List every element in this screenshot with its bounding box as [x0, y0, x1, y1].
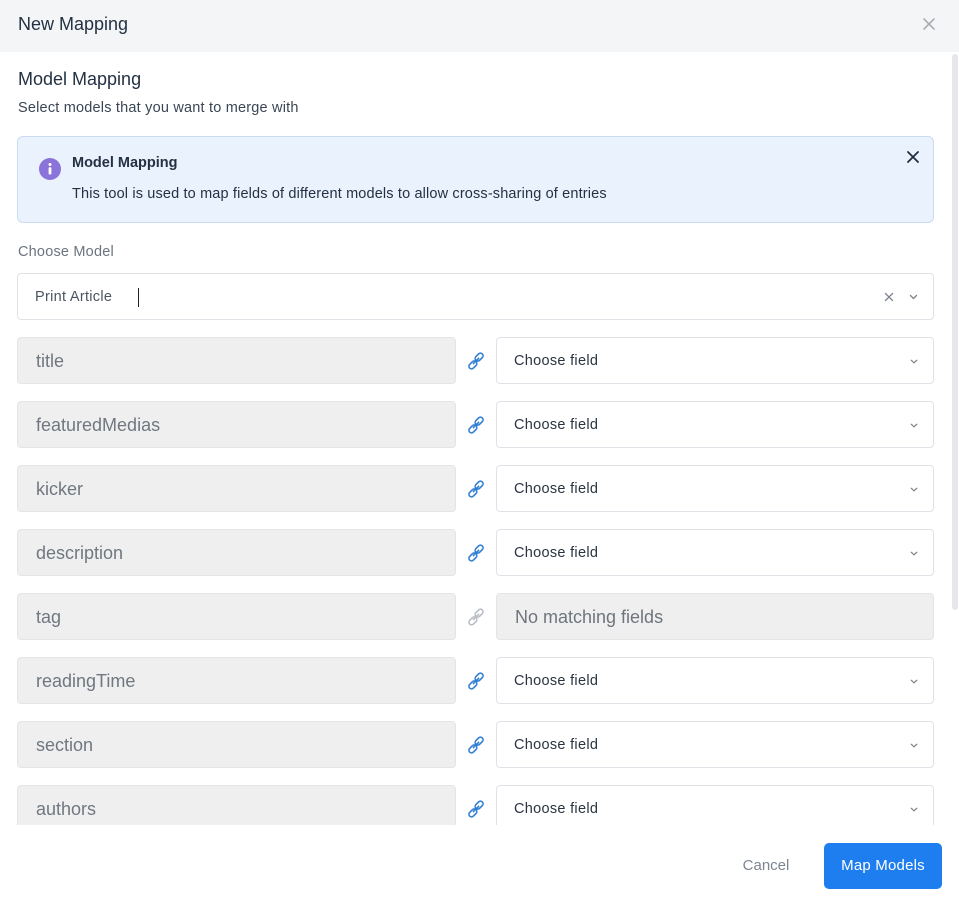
alert-text: This tool is used to map fields of diffe…	[72, 186, 607, 202]
chevron-down-icon	[910, 359, 918, 364]
text-caret	[138, 288, 139, 307]
model-select[interactable]: Print Article	[17, 273, 934, 320]
chevron-down-icon	[910, 551, 918, 556]
source-field-name: title	[36, 351, 65, 371]
chevron-down-icon	[910, 807, 918, 812]
alert-title: Model Mapping	[72, 155, 178, 171]
target-field-select[interactable]: Choose field	[496, 337, 934, 384]
no-match-field: No matching fields	[496, 593, 934, 640]
info-alert: Model Mapping This tool is used to map f…	[17, 136, 934, 223]
target-field-value: Choose field	[514, 481, 599, 497]
no-match-text: No matching fields	[515, 607, 664, 627]
target-field-select[interactable]: Choose field	[496, 465, 934, 512]
chevron-down-icon	[910, 679, 918, 684]
close-icon[interactable]	[921, 16, 937, 32]
target-field-value: Choose field	[514, 417, 599, 433]
mapping-row: tag No matching fields	[0, 593, 952, 640]
section-subtitle: Select models that you want to merge wit…	[18, 100, 299, 116]
section-title: Model Mapping	[18, 69, 142, 89]
link-icon	[468, 480, 484, 498]
target-field-select[interactable]: Choose field	[496, 657, 934, 704]
source-field-name: section	[36, 735, 94, 755]
link-icon	[468, 352, 484, 370]
source-field: description	[17, 529, 456, 576]
chevron-down-icon	[910, 423, 918, 428]
mapping-row: authors Choose field	[0, 785, 952, 825]
chevron-down-icon	[910, 743, 918, 748]
dialog-header: New Mapping	[0, 0, 959, 52]
source-field-name: kicker	[36, 479, 84, 499]
target-field-value: Choose field	[514, 801, 599, 817]
dialog-body: Model Mapping Select models that you wan…	[0, 52, 952, 825]
target-field-select[interactable]: Choose field	[496, 529, 934, 576]
chevron-down-icon	[910, 487, 918, 492]
mapping-row: readingTime Choose field	[0, 657, 952, 704]
target-field-value: Choose field	[514, 353, 599, 369]
source-field-name: authors	[36, 799, 97, 819]
dialog-title: New Mapping	[18, 14, 129, 34]
link-icon	[468, 544, 484, 562]
target-field-value: Choose field	[514, 737, 599, 753]
dialog-footer: Cancel Map Models	[0, 825, 959, 905]
target-field-select[interactable]: Choose field	[496, 785, 934, 825]
link-icon	[468, 416, 484, 434]
source-field: section	[17, 721, 456, 768]
info-icon	[39, 158, 61, 180]
clear-icon[interactable]	[884, 292, 894, 302]
source-field-name: description	[36, 543, 124, 563]
source-field: authors	[17, 785, 456, 825]
source-field: kicker	[17, 465, 456, 512]
target-field-select[interactable]: Choose field	[496, 401, 934, 448]
source-field-name: tag	[36, 607, 62, 627]
target-field-value: Choose field	[514, 673, 599, 689]
source-field: featuredMedias	[17, 401, 456, 448]
mapping-row: section Choose field	[0, 721, 952, 768]
cancel-button[interactable]: Cancel	[724, 843, 808, 889]
source-field: tag	[17, 593, 456, 640]
model-select-value: Print Article	[35, 289, 113, 305]
source-field-name: featuredMedias	[36, 415, 161, 435]
mapping-row: description Choose field	[0, 529, 952, 576]
link-icon	[468, 608, 484, 626]
link-icon	[468, 736, 484, 754]
choose-model-label: Choose Model	[18, 244, 114, 260]
chevron-down-icon[interactable]	[909, 294, 918, 300]
source-field: readingTime	[17, 657, 456, 704]
source-field: title	[17, 337, 456, 384]
link-icon	[468, 672, 484, 690]
scrollbar[interactable]	[952, 54, 958, 610]
map-models-button[interactable]: Map Models	[824, 843, 942, 889]
alert-close-icon[interactable]	[906, 150, 920, 164]
target-field-value: Choose field	[514, 545, 599, 561]
mapping-row: kicker Choose field	[0, 465, 952, 512]
mapping-row: title Choose field	[0, 337, 952, 384]
link-icon	[468, 800, 484, 818]
mapping-row: featuredMedias Choose field	[0, 401, 952, 448]
target-field-select[interactable]: Choose field	[496, 721, 934, 768]
source-field-name: readingTime	[36, 671, 136, 691]
